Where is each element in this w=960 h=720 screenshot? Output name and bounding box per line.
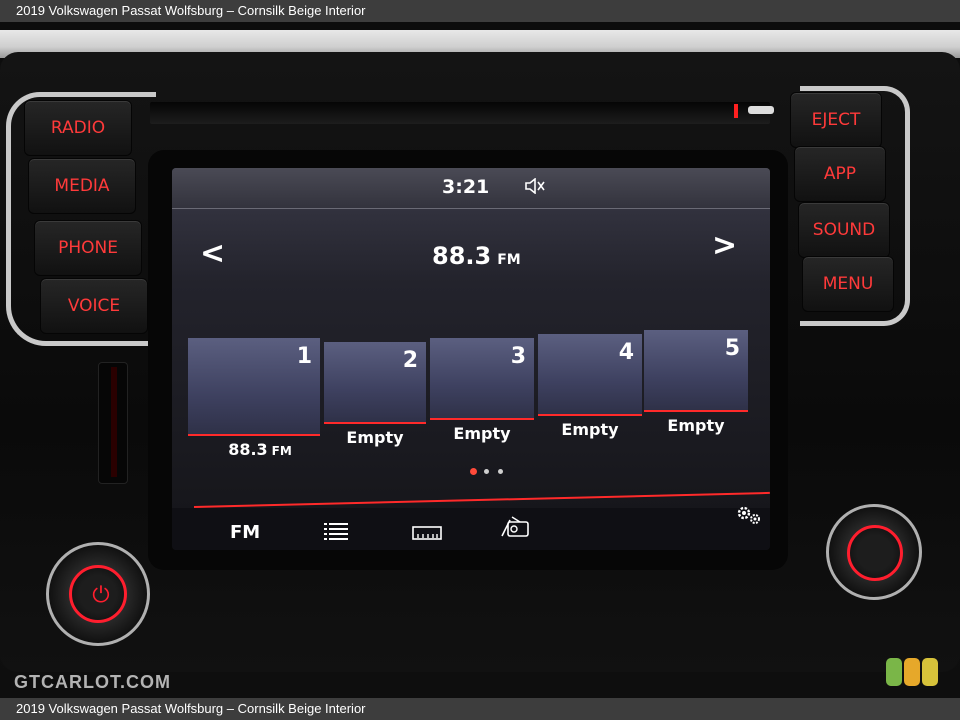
bottom-menu-bar: FM — [172, 506, 770, 550]
card-slot[interactable] — [98, 362, 128, 484]
media-button[interactable]: MEDIA — [28, 158, 136, 214]
settings-gear-icon[interactable] — [734, 504, 762, 531]
fm-tab[interactable]: FM — [230, 522, 260, 543]
speaker-muted-icon — [524, 177, 546, 198]
preset-3[interactable]: 3 — [430, 338, 534, 420]
preset-4[interactable]: 4 — [538, 334, 642, 416]
preset-label-text: 88.3 — [228, 440, 268, 459]
image-caption-top: 2019 Volkswagen Passat Wolfsburg – Corns… — [0, 0, 960, 22]
power-icon: ⏻ — [92, 583, 110, 608]
sound-button[interactable]: SOUND — [798, 202, 890, 258]
eject-button[interactable]: EJECT — [790, 92, 882, 148]
voice-button[interactable]: VOICE — [40, 278, 148, 334]
current-station: 88.3 FM — [432, 242, 521, 270]
preset-number: 1 — [296, 344, 312, 369]
watermark-logo: GTCARLOT.COM — [14, 672, 171, 692]
card-slot-light — [111, 367, 117, 477]
preset-label: Empty — [561, 420, 619, 439]
clock: 3:21 — [442, 176, 490, 198]
preset-2[interactable]: 2 — [324, 342, 426, 424]
status-bar: 3:21 — [172, 168, 770, 209]
phone-button[interactable]: PHONE — [34, 220, 142, 276]
preset-label: Empty — [346, 428, 404, 447]
page-dot[interactable] — [484, 469, 489, 474]
next-station-button[interactable]: > — [712, 228, 737, 263]
preset-number: 2 — [402, 348, 418, 373]
power-volume-knob[interactable]: ⏻ — [46, 542, 150, 646]
tuner-scale-icon[interactable] — [412, 524, 442, 545]
preset-number: 5 — [724, 336, 740, 361]
app-button[interactable]: APP — [794, 146, 886, 202]
tune-knob-ring — [847, 525, 903, 581]
preset-number: 4 — [618, 340, 634, 365]
radio-button[interactable]: RADIO — [24, 100, 132, 156]
disc-slot[interactable] — [150, 102, 770, 124]
preset-label-band: FM — [271, 444, 292, 458]
preset-number: 3 — [510, 344, 526, 369]
radio-text-icon[interactable] — [500, 516, 530, 543]
page-dot[interactable] — [498, 469, 503, 474]
preset-5[interactable]: 5 — [644, 330, 748, 412]
preset-label: Empty — [453, 424, 511, 443]
tune-knob[interactable] — [826, 504, 922, 600]
station-band: FM — [497, 252, 521, 268]
image-caption-bottom: 2019 Volkswagen Passat Wolfsburg – Corns… — [0, 698, 960, 720]
preset-label: Empty — [667, 416, 725, 435]
previous-station-button[interactable]: < — [200, 236, 225, 271]
touchscreen: 3:21 < > 88.3FM 1 2 3 4 5 88.3FM Empty — [172, 168, 770, 550]
preset-1[interactable]: 1 — [188, 338, 320, 436]
page-dot-active[interactable] — [470, 468, 477, 475]
station-list-icon[interactable] — [324, 522, 348, 545]
indicator-light — [748, 106, 774, 114]
accent-divider — [193, 491, 770, 508]
head-unit-photo: RADIO MEDIA PHONE VOICE EJECT APP SOUND … — [0, 22, 960, 698]
site-logo-icon — [886, 658, 940, 690]
preset-label: 88.3 FM — [212, 440, 308, 459]
station-frequency: 88.3 — [432, 242, 492, 270]
power-knob-ring: ⏻ — [69, 565, 127, 623]
menu-button[interactable]: MENU — [802, 256, 894, 312]
indicator-led — [734, 104, 738, 118]
